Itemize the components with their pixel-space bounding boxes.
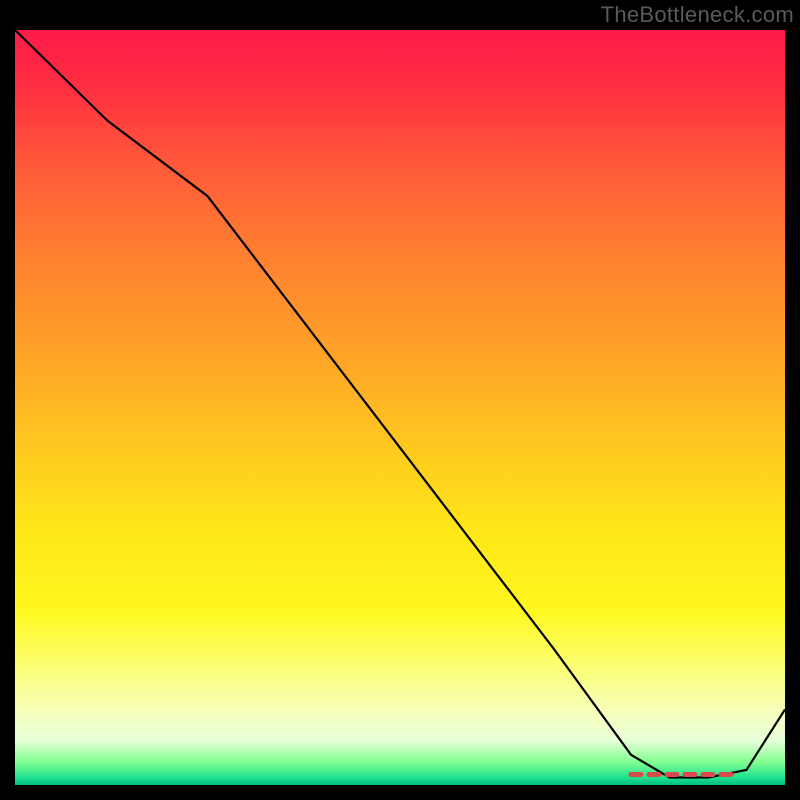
- bottleneck-curve: [15, 30, 785, 785]
- chart-container: TheBottleneck.com: [0, 0, 800, 800]
- curve-line: [15, 30, 785, 778]
- watermark-text: TheBottleneck.com: [601, 2, 794, 28]
